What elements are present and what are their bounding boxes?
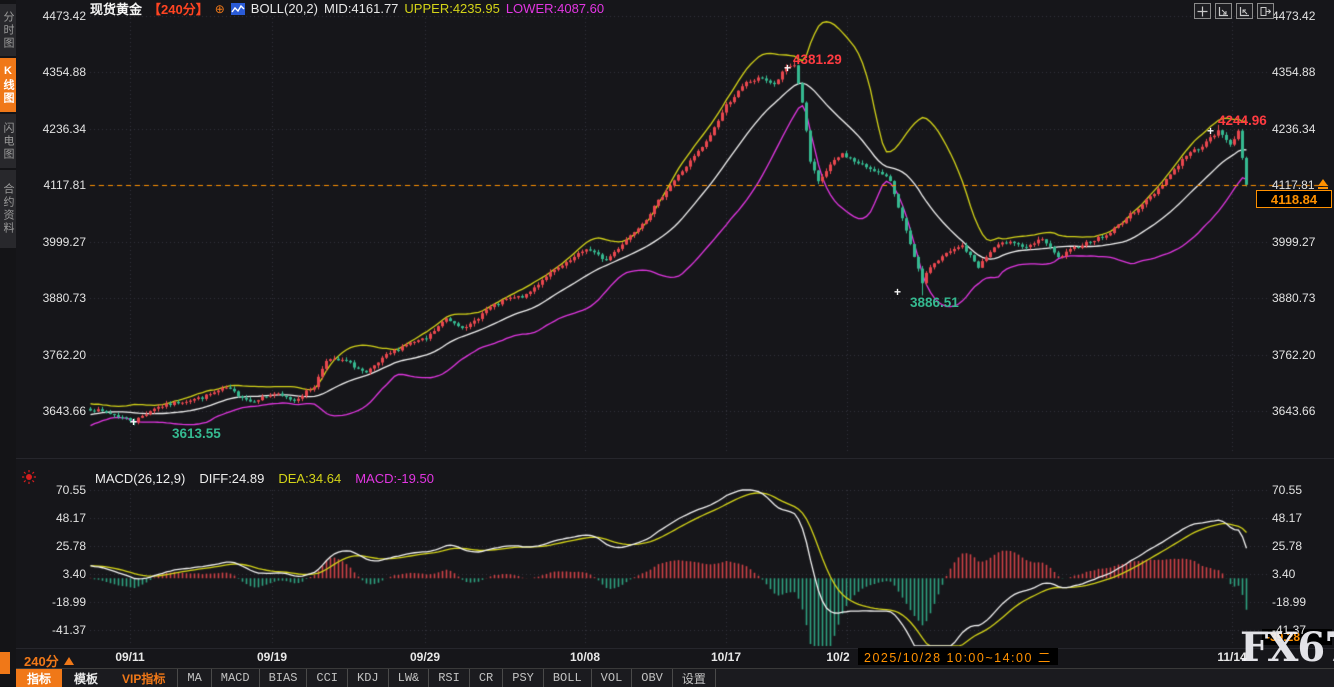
macd-axis-label-left: 70.55	[55, 483, 86, 497]
x-axis-label-partial: 10/2	[826, 650, 850, 664]
x-axis-label: 11/14	[1217, 650, 1247, 664]
sidebar-tab-4[interactable]: 合约资料	[0, 170, 16, 248]
symbol-name: 现货黄金	[90, 2, 143, 17]
macd-axis-label-right: -41.37	[1272, 623, 1307, 637]
zoom-x-axis-icon[interactable]	[1215, 3, 1232, 19]
macd-dea-value: DEA:34.64	[278, 471, 342, 486]
price-axis-label-right: 4354.88	[1272, 65, 1316, 80]
boll-lower-value: LOWER:4087.60	[505, 1, 605, 16]
toolbar-item-15[interactable]: OBV	[631, 669, 672, 687]
toolbar-item-1[interactable]: 指标	[16, 669, 63, 687]
macd-axis-label-left: -41.37	[51, 623, 86, 637]
period-up-triangle	[63, 656, 74, 665]
macd-macd-value: MACD:-19.50	[355, 471, 434, 486]
chart-app: 分时图 K线图闪电图合约资料 现货黄金 【240分】 ⊕ BOLL(20,2) M…	[0, 0, 1334, 687]
toolbar-item-13[interactable]: BOLL	[542, 669, 591, 687]
annotation-peak-high: 4381.29	[793, 52, 842, 67]
boll-label: BOLL(20,2)	[250, 1, 318, 16]
macd-axis-label-right: 25.78	[1272, 539, 1303, 553]
sidebar-bottom-accent	[0, 652, 10, 674]
boll-upper-value: UPPER:4235.95	[404, 1, 500, 16]
toolbar-item-12[interactable]: PSY	[502, 669, 543, 687]
macd-axis-label-left: -18.99	[51, 595, 86, 609]
x-axis-label: 09/19	[256, 650, 288, 664]
x-axis-label: 10/17	[710, 650, 742, 664]
toolbar-item-5[interactable]: MACD	[210, 669, 259, 687]
crosshair-icon[interactable]: ⊕	[215, 2, 225, 16]
recent-high-marker: +	[1207, 124, 1215, 138]
sidebar-tab-3[interactable]: 闪电图	[0, 114, 16, 168]
price-axis-label-left: 4473.42	[42, 9, 86, 23]
chart-header: 现货黄金 【240分】 ⊕ BOLL(20,2) MID:4161.77 UPP…	[90, 0, 605, 18]
toolbar-item-8[interactable]: KDJ	[347, 669, 388, 687]
period-badge[interactable]: 【240分】	[148, 0, 209, 18]
toolbar-item-9[interactable]: LW&	[387, 669, 429, 687]
macd-diff-value: DIFF:24.89	[199, 471, 265, 486]
price-axis-label-left: 3762.20	[42, 347, 86, 362]
toolbar-item-4[interactable]: MA	[177, 669, 210, 687]
toolbar-item-6[interactable]: BIAS	[258, 669, 307, 687]
kline-mini-icon	[230, 2, 245, 15]
toolbar-item-3[interactable]: VIP指标	[110, 669, 177, 687]
toolbar-item-10[interactable]: RSI	[428, 669, 469, 687]
candle-info-tooltip: 2025/10/28 10:00~14:00 二	[858, 648, 1058, 665]
x-axis-label: 10/08	[569, 650, 601, 664]
annotation-early-low: 3613.55	[172, 426, 221, 441]
toolbar-item-16[interactable]: 设置	[671, 669, 716, 687]
pan-icon[interactable]	[1194, 3, 1211, 19]
toolbar-item-2[interactable]: 模板	[62, 669, 110, 687]
x-axis-label: 09/11	[115, 650, 145, 664]
price-axis-label-left: 4236.34	[42, 121, 86, 136]
price-axis-label-left: 3999.27	[42, 234, 86, 249]
price-axis-label-right: 3762.20	[1272, 347, 1316, 362]
toolbar-item-11[interactable]: CR	[468, 669, 502, 687]
scroll-to-latest-arrow[interactable]	[1317, 179, 1329, 189]
annotation-recent-high: 4244.96	[1218, 113, 1267, 128]
macd-axis-label-left: 25.78	[55, 539, 86, 553]
macd-title: MACD(26,12,9)	[95, 471, 186, 486]
axis-divider	[16, 648, 1334, 649]
price-axis-label-right: 4473.42	[1272, 9, 1316, 23]
macd-axis-label-right: -18.99	[1272, 595, 1307, 609]
macd-axis-label-left: 3.40	[62, 567, 86, 581]
indicator-alert-icon[interactable]	[21, 469, 37, 485]
toolbar-item-7[interactable]: CCI	[306, 669, 347, 687]
mid-low-marker: +	[894, 285, 902, 299]
indicator-toolbar: 指标 模板 VIP指标 MA MACD BIAS CCI KDJ LW& RSI CR PSY BOLL…	[16, 668, 1334, 687]
price-axis-label-right: 3880.73	[1272, 291, 1316, 306]
collapse-panel-icon[interactable]	[1257, 3, 1274, 19]
price-axis-label-right: 3643.66	[1272, 404, 1316, 418]
annotation-mid-low: 3886.51	[910, 295, 959, 310]
price-axis-label-right: 4236.34	[1272, 121, 1316, 136]
peak-high-marker: +	[784, 61, 792, 75]
price-axis-label-left: 4117.81	[43, 178, 87, 193]
price-axis-label-left: 3880.73	[42, 291, 86, 306]
macd-axis-label-right: 3.40	[1272, 567, 1296, 581]
early-low-marker: +	[130, 415, 138, 429]
last-price-box: 4118.84	[1256, 190, 1332, 208]
macd-axis-label-right: 48.17	[1272, 511, 1303, 525]
price-axis-label-right: 3999.27	[1272, 234, 1316, 249]
zoom-y-axis-icon[interactable]	[1236, 3, 1253, 19]
left-sidebar: 分时图 K线图闪电图合约资料	[0, 0, 16, 686]
macd-axis-label-right: 70.55	[1272, 483, 1303, 497]
price-axis-label-left: 4354.88	[42, 65, 86, 80]
sidebar-tab-1[interactable]: 分时图	[0, 4, 16, 56]
chart-canvas[interactable]	[0, 0, 1334, 686]
pane-divider	[16, 458, 1334, 459]
sidebar-tab-2[interactable]: K线图	[0, 58, 16, 112]
toolbar-item-14[interactable]: VOL	[590, 669, 632, 687]
price-axis-label-left: 3643.66	[42, 404, 86, 418]
x-axis-label: 09/29	[409, 650, 441, 664]
macd-header: MACD(26,12,9) DIFF:24.89 DEA:34.64 MACD:…	[95, 471, 434, 486]
chart-tool-icons	[1194, 3, 1274, 19]
macd-axis-label-left: 48.17	[55, 511, 86, 525]
boll-mid-value: MID:4161.77	[323, 1, 399, 16]
